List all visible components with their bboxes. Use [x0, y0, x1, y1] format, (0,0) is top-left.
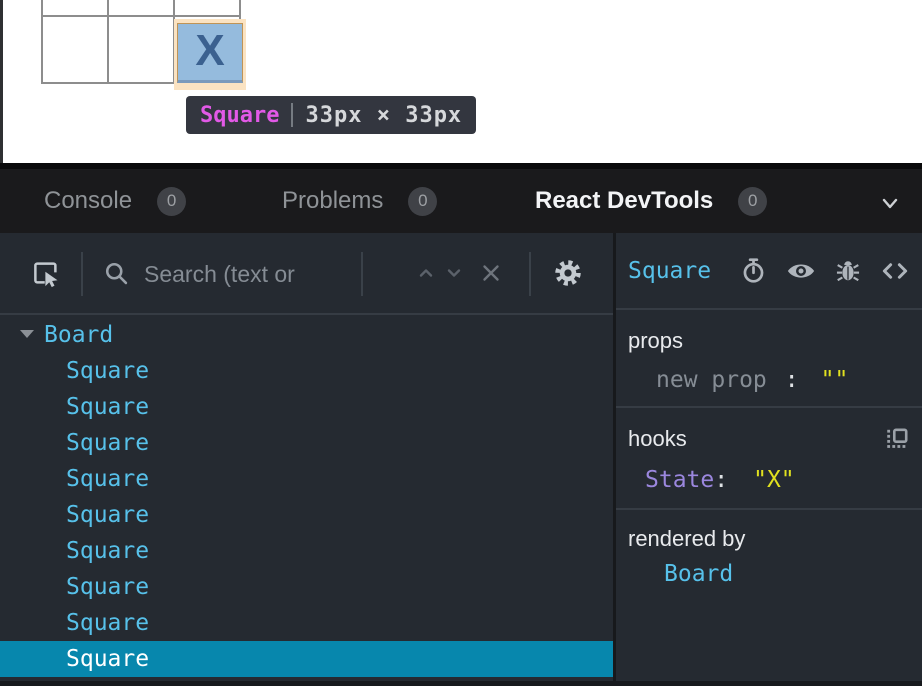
debug-bug-icon[interactable] — [835, 258, 861, 284]
details-header: Square — [616, 233, 922, 310]
tab-problems-badge: 0 — [408, 187, 437, 216]
tab-react-devtools-badge: 0 — [738, 187, 767, 216]
parse-hook-names-icon[interactable] — [884, 426, 910, 452]
tree-item-square-selected[interactable]: Square — [0, 641, 613, 677]
props-section-title: props — [628, 328, 910, 354]
hook-state-value[interactable]: "X" — [753, 467, 795, 493]
components-tree-panel: Board Square Square Square Square Square… — [0, 233, 613, 686]
board-grid-line — [41, 0, 43, 84]
component-details-panel: Square — [616, 233, 922, 686]
tree-item-square[interactable]: Square — [0, 569, 613, 605]
tree-item-square[interactable]: Square — [0, 497, 613, 533]
react-devtools-panel: Board Square Square Square Square Square… — [0, 233, 922, 686]
tree-item-label: Square — [66, 358, 149, 384]
toolbar-divider — [361, 252, 363, 296]
devtools-tab-bar: Console 0 Problems 0 React DevTools 0 — [0, 169, 922, 233]
tab-problems-label: Problems — [282, 187, 383, 215]
board-grid-line — [41, 15, 241, 17]
view-source-code-icon[interactable] — [880, 256, 910, 286]
tree-item-label: Board — [44, 322, 113, 348]
toolbar-divider — [81, 252, 83, 296]
square-cell-value: X — [195, 29, 224, 73]
window-bottom-edge — [0, 681, 922, 686]
tree-item-label: Square — [66, 394, 149, 420]
highlighted-square-cell[interactable]: X — [177, 23, 243, 83]
tree-item-board[interactable]: Board — [0, 317, 613, 353]
toolbar-divider — [529, 252, 531, 296]
rendered-by-board-link[interactable]: Board — [628, 561, 910, 587]
tree-item-label: Square — [66, 466, 149, 492]
tree-item-square[interactable]: Square — [0, 461, 613, 497]
tab-react-devtools[interactable]: React DevTools 0 — [535, 169, 767, 233]
chevron-down-icon[interactable] — [878, 191, 902, 215]
page-left-border — [0, 0, 3, 163]
tree-item-label: Square — [66, 610, 149, 636]
selected-component-name: Square — [628, 258, 711, 284]
hooks-colon: : — [714, 467, 728, 493]
hooks-state-row[interactable]: State: "X" — [628, 467, 910, 493]
tree-item-square[interactable]: Square — [0, 425, 613, 461]
hook-name: State — [645, 467, 714, 493]
react-devtools-screenshot: X Square 33px × 33px Console 0 Problems … — [0, 0, 922, 686]
tree-item-label: Square — [66, 538, 149, 564]
new-prop-placeholder[interactable]: new prop — [656, 367, 767, 393]
tab-console-badge: 0 — [157, 187, 186, 216]
rendered-by-title: rendered by — [628, 526, 910, 552]
chevron-up-icon[interactable] — [414, 261, 438, 285]
tree-item-label: Square — [66, 646, 149, 672]
gear-icon[interactable] — [553, 258, 583, 288]
tooltip-dimensions: 33px × 33px — [305, 103, 462, 128]
tab-problems[interactable]: Problems 0 — [282, 169, 437, 233]
tree-item-square[interactable]: Square — [0, 605, 613, 641]
tab-console-label: Console — [44, 187, 132, 215]
browser-page-area: X Square 33px × 33px — [0, 0, 922, 163]
tree-item-label: Square — [66, 502, 149, 528]
tree-item-square[interactable]: Square — [0, 389, 613, 425]
tab-console[interactable]: Console 0 — [44, 169, 186, 233]
board-grid-line — [107, 0, 109, 84]
props-colon: : — [785, 367, 799, 393]
tooltip-divider — [291, 103, 293, 127]
inspect-element-icon[interactable] — [31, 258, 61, 288]
rendered-by-section: rendered by Board — [616, 512, 922, 686]
hooks-section-title: hooks — [628, 426, 687, 452]
profiler-stopwatch-icon[interactable] — [740, 257, 767, 284]
components-tree: Board Square Square Square Square Square… — [0, 317, 613, 686]
inspect-eye-icon[interactable] — [786, 256, 816, 286]
search-icon — [102, 259, 130, 287]
search-input[interactable] — [144, 233, 356, 315]
props-row[interactable]: new prop : "" — [628, 367, 910, 393]
new-prop-value[interactable]: "" — [821, 367, 849, 393]
element-size-tooltip: Square 33px × 33px — [186, 96, 476, 134]
tree-item-label: Square — [66, 574, 149, 600]
tooltip-component-name: Square — [200, 103, 279, 128]
props-section: props new prop : "" — [616, 312, 922, 408]
chevron-down-icon[interactable] — [442, 261, 466, 285]
components-toolbar — [0, 233, 613, 315]
tree-item-label: Square — [66, 430, 149, 456]
tab-react-devtools-label: React DevTools — [535, 187, 713, 215]
expand-triangle-icon[interactable] — [20, 330, 34, 338]
tree-item-square[interactable]: Square — [0, 533, 613, 569]
clear-search-icon[interactable] — [478, 260, 504, 286]
tree-item-square[interactable]: Square — [0, 353, 613, 389]
hooks-section: hooks — [616, 410, 922, 510]
